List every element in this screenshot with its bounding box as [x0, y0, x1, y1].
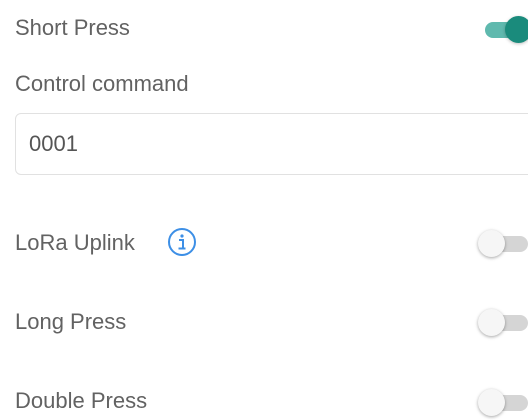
toggle-knob [478, 309, 505, 336]
toggle-knob [478, 230, 505, 257]
control-command-label: Control command [15, 71, 189, 96]
double-press-toggle[interactable] [478, 386, 528, 418]
long-press-label: Long Press [15, 309, 127, 334]
toggle-knob [505, 16, 528, 43]
short-press-row: Short Press [0, 10, 528, 50]
short-press-toggle[interactable] [478, 13, 528, 45]
double-press-label: Double Press [15, 388, 148, 413]
lora-uplink-toggle[interactable] [478, 227, 528, 259]
long-press-toggle[interactable] [478, 306, 528, 338]
double-press-row: Double Press [0, 380, 528, 420]
short-press-label: Short Press [15, 15, 130, 40]
long-press-row: Long Press [0, 304, 528, 344]
control-command-row: Control command [0, 68, 528, 108]
lora-uplink-row: LoRa Uplink [0, 224, 528, 264]
control-command-input[interactable] [29, 128, 509, 160]
lora-uplink-label: LoRa Uplink [15, 230, 135, 255]
control-command-field[interactable] [15, 113, 528, 175]
info-icon[interactable] [167, 227, 197, 257]
